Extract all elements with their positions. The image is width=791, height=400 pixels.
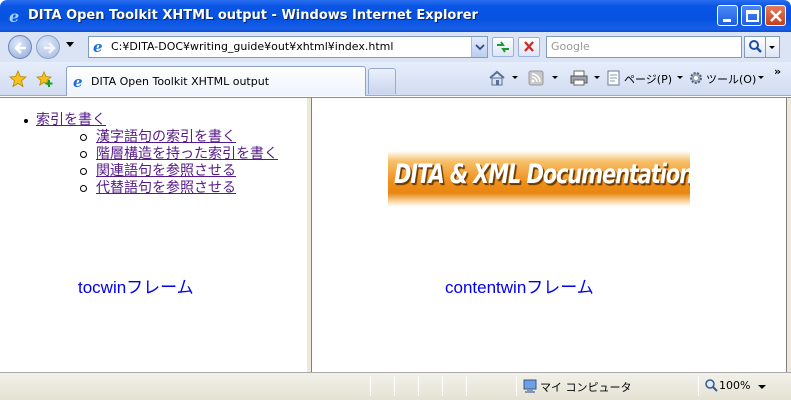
status-bar: マイ コンピュータ 100% <box>0 372 791 400</box>
toc-subitem[interactable]: 漢字語句の索引を書く <box>36 129 278 146</box>
history-dropdown-icon[interactable] <box>66 42 74 48</box>
svg-text:e: e <box>73 74 83 90</box>
window-right-border <box>786 98 791 373</box>
chevron-down-icon <box>475 44 485 51</box>
tab-ie-icon: e <box>73 74 83 90</box>
status-divider <box>418 376 419 396</box>
security-zone: マイ コンピュータ <box>540 381 632 394</box>
search-icon <box>749 40 762 53</box>
zoom-level[interactable]: 100% <box>719 379 750 392</box>
ie-logo-icon: e <box>9 8 19 24</box>
forward-arrow-icon <box>44 42 56 54</box>
page-ie-icon: e <box>93 39 103 55</box>
tools-dropdown-icon[interactable] <box>758 76 764 79</box>
banner-text: DITA & XML Documentation <box>394 159 690 190</box>
more-commands-button[interactable]: » <box>774 65 781 78</box>
home-icon[interactable] <box>488 70 506 86</box>
refresh-button[interactable] <box>492 37 514 57</box>
address-url[interactable]: C:¥DITA-DOC¥writing_guide¥out¥xhtml¥inde… <box>111 40 393 53</box>
refresh-icon <box>497 41 509 53</box>
maximize-icon <box>746 10 759 22</box>
title-bar: e DITA Open Toolkit XHTML output - Windo… <box>0 0 791 32</box>
page-dropdown-icon[interactable] <box>677 76 683 79</box>
address-dropdown-button[interactable] <box>471 37 487 57</box>
status-divider <box>394 376 395 396</box>
toc-sublink[interactable]: 階層構造を持った索引を書く <box>96 146 278 162</box>
chevron-down-icon <box>769 46 775 49</box>
minimize-icon <box>723 19 731 22</box>
left-frame-label: tocwinフレーム <box>78 278 194 297</box>
svg-text:e: e <box>93 39 103 55</box>
content-frame: DITA & XML Documentation contentwinフレーム <box>312 98 786 373</box>
bullet-icon <box>24 119 28 123</box>
zoom-icon[interactable] <box>704 378 718 394</box>
toc-subitem[interactable]: 階層構造を持った索引を書く <box>36 146 278 163</box>
address-toolbar: e C:¥DITA-DOC¥writing_guide¥out¥xhtml¥in… <box>0 32 791 62</box>
toc-item[interactable]: 索引を書く <box>24 112 278 129</box>
page-icon[interactable] <box>606 70 622 86</box>
right-frame-label: contentwinフレーム <box>445 278 594 297</box>
toc-sublink[interactable]: 関連語句を参照させる <box>96 163 236 179</box>
status-divider <box>698 376 699 396</box>
status-divider <box>442 376 443 396</box>
tools-menu[interactable]: ツール(O) <box>706 71 756 87</box>
dita-banner: DITA & XML Documentation <box>388 151 690 207</box>
back-button[interactable] <box>8 35 32 59</box>
tab-label: DITA Open Toolkit XHTML output <box>91 75 270 88</box>
window-title: DITA Open Toolkit XHTML output - Windows… <box>28 8 478 23</box>
close-icon <box>770 10 782 22</box>
toc-subitem[interactable]: 代替語句を参照させる <box>36 180 278 197</box>
browser-tab[interactable]: e DITA Open Toolkit XHTML output <box>66 66 366 96</box>
close-button[interactable] <box>765 5 786 26</box>
toc-link[interactable]: 索引を書く <box>36 112 106 128</box>
maximize-button[interactable] <box>741 5 762 26</box>
my-computer-icon <box>523 379 537 393</box>
status-divider <box>370 376 371 396</box>
content-area: 索引を書く 漢字語句の索引を書く 階層構造を持った索引を書く 関連語句を参照させ… <box>0 97 791 373</box>
back-arrow-icon <box>14 42 26 54</box>
status-divider <box>516 376 517 396</box>
search-options-button[interactable] <box>766 36 780 58</box>
svg-text:e: e <box>9 8 19 24</box>
feeds-dropdown-icon[interactable] <box>552 76 558 79</box>
print-icon[interactable] <box>570 70 588 86</box>
search-button[interactable] <box>744 36 766 58</box>
toc-list: 索引を書く 漢字語句の索引を書く 階層構造を持った索引を書く 関連語句を参照させ… <box>24 112 278 197</box>
toc-frame: 索引を書く 漢字語句の索引を書く 階層構造を持った索引を書く 関連語句を参照させ… <box>6 98 306 373</box>
minimize-button[interactable] <box>717 5 738 26</box>
stop-button[interactable] <box>518 37 540 57</box>
address-bar[interactable]: e C:¥DITA-DOC¥writing_guide¥out¥xhtml¥in… <box>88 36 488 58</box>
feeds-icon[interactable] <box>528 70 544 86</box>
circle-bullet-icon <box>80 185 87 192</box>
new-tab-button[interactable] <box>368 68 396 94</box>
search-input[interactable]: Google <box>546 36 742 58</box>
status-divider <box>466 376 467 396</box>
circle-bullet-icon <box>80 151 87 158</box>
home-dropdown-icon[interactable] <box>512 76 518 79</box>
print-dropdown-icon[interactable] <box>594 76 600 79</box>
favorites-star-icon[interactable] <box>9 70 27 88</box>
tab-toolbar: e DITA Open Toolkit XHTML output ページ(P) … <box>0 62 791 96</box>
forward-button[interactable] <box>36 35 60 59</box>
toc-sublink[interactable]: 漢字語句の索引を書く <box>96 129 236 145</box>
add-favorite-icon[interactable] <box>36 70 54 88</box>
toc-subitem[interactable]: 関連語句を参照させる <box>36 163 278 180</box>
page-menu[interactable]: ページ(P) <box>624 71 672 87</box>
tools-gear-icon[interactable] <box>688 70 704 86</box>
circle-bullet-icon <box>80 168 87 175</box>
zoom-dropdown-icon[interactable] <box>758 385 766 390</box>
stop-icon <box>524 41 534 52</box>
circle-bullet-icon <box>80 134 87 141</box>
toc-sublink[interactable]: 代替語句を参照させる <box>96 180 236 196</box>
